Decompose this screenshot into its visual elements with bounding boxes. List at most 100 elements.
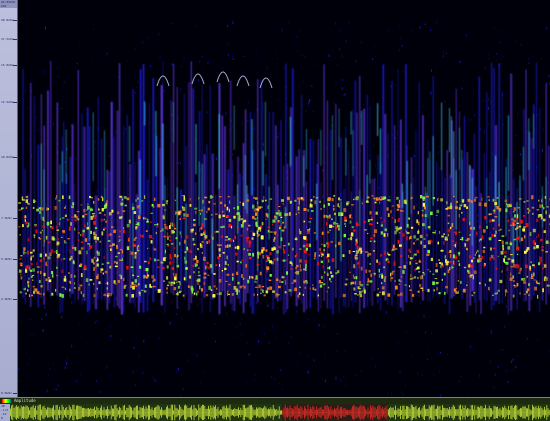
energy-hotspot	[83, 208, 86, 213]
noise-speckle	[431, 350, 433, 352]
waveform-bar	[331, 409, 333, 416]
energy-hotspot	[509, 224, 513, 226]
noise-speckle	[263, 332, 265, 335]
waveform-bar	[496, 407, 497, 418]
noise-speckle	[261, 385, 262, 387]
energy-hotspot	[166, 291, 168, 294]
energy-streak	[342, 188, 345, 307]
energy-streak	[480, 193, 482, 314]
energy-hotspot	[447, 269, 450, 273]
energy-hotspot	[383, 219, 386, 223]
energy-hotspot	[134, 255, 137, 259]
energy-hotspot	[231, 225, 233, 229]
energy-hotspot	[429, 270, 431, 273]
energy-hotspot	[246, 228, 249, 231]
waveform-bar	[516, 405, 518, 420]
waveform-bar	[131, 407, 132, 418]
spectrogram-canvas[interactable]	[18, 0, 550, 397]
noise-speckle	[114, 130, 116, 134]
energy-hotspot	[322, 265, 324, 269]
noise-speckle	[195, 25, 197, 28]
energy-hotspot	[74, 282, 76, 285]
energy-hotspot	[238, 217, 241, 222]
energy-hotspot	[93, 236, 97, 240]
energy-hotspot	[259, 229, 261, 232]
noise-speckle	[233, 335, 235, 338]
energy-hotspot	[226, 273, 230, 276]
waveform-bar	[451, 407, 453, 418]
energy-hotspot	[543, 277, 546, 282]
frequency-ruler[interactable]: 22.05kHz kHz 20.0kHz 17.5kHz 15.0kHz 12.…	[0, 0, 18, 397]
noise-speckle	[517, 354, 519, 357]
energy-hotspot	[512, 222, 515, 227]
energy-hotspot	[112, 243, 115, 246]
waveform-bar	[420, 410, 422, 415]
energy-hotspot	[197, 267, 200, 269]
energy-hotspot	[111, 209, 114, 213]
energy-hotspot	[333, 221, 336, 225]
waveform-bar	[310, 407, 311, 418]
energy-hotspot	[463, 204, 467, 208]
amplitude-waveform[interactable]	[10, 404, 550, 421]
noise-speckle	[360, 149, 362, 152]
energy-hotspot	[267, 256, 270, 260]
noise-speckle	[283, 66, 285, 69]
energy-hotspot	[255, 225, 259, 227]
amplitude-pane[interactable]: dB -inf -12 0	[0, 404, 550, 421]
noise-speckle	[424, 23, 426, 26]
noise-speckle	[530, 326, 532, 329]
noise-speckle	[225, 312, 227, 314]
energy-hotspot	[64, 214, 67, 217]
noise-speckle	[121, 105, 123, 108]
energy-hotspot	[434, 230, 436, 232]
noise-speckle	[496, 53, 498, 55]
energy-hotspot	[294, 271, 298, 274]
energy-hotspot	[173, 281, 176, 285]
energy-hotspot	[526, 288, 530, 291]
noise-speckle	[520, 153, 522, 156]
energy-hotspot	[220, 235, 223, 238]
noise-speckle	[277, 307, 278, 309]
noise-speckle	[499, 57, 501, 59]
energy-hotspot	[314, 257, 316, 260]
noise-speckle	[337, 64, 338, 66]
energy-hotspot	[25, 199, 28, 204]
noise-speckle	[346, 373, 348, 375]
energy-hotspot	[70, 274, 73, 278]
energy-hotspot	[454, 290, 457, 293]
energy-hotspot	[526, 207, 529, 210]
energy-hotspot	[48, 279, 52, 283]
energy-hotspot	[177, 254, 179, 257]
energy-hotspot	[241, 274, 243, 278]
energy-hotspot	[373, 240, 376, 243]
energy-hotspot	[438, 292, 441, 295]
energy-hotspot	[492, 227, 495, 230]
noise-speckle	[33, 333, 35, 336]
energy-hotspot	[473, 270, 477, 274]
energy-hotspot	[513, 280, 515, 283]
noise-speckle	[492, 341, 494, 343]
waveform-bar	[524, 406, 526, 419]
energy-hotspot	[189, 204, 192, 207]
waveform-bar	[341, 407, 342, 418]
energy-hotspot	[233, 207, 236, 210]
energy-hotspot	[56, 225, 58, 229]
energy-hotspot	[333, 195, 336, 197]
energy-hotspot	[545, 251, 548, 253]
waveform-bar	[419, 407, 420, 418]
spectrogram-view[interactable]	[18, 0, 550, 397]
energy-hotspot	[280, 216, 283, 218]
energy-hotspot	[398, 232, 401, 234]
ruler-tick	[13, 20, 17, 21]
energy-hotspot	[193, 292, 196, 295]
energy-hotspot	[119, 274, 122, 277]
energy-hotspot	[186, 246, 188, 251]
energy-hotspot	[483, 256, 485, 259]
energy-hotspot	[306, 238, 308, 241]
energy-streak	[63, 121, 65, 299]
waveform-bar	[77, 405, 78, 420]
energy-hotspot	[98, 208, 100, 211]
energy-hotspot	[161, 262, 164, 264]
energy-hotspot	[80, 273, 83, 278]
energy-hotspot	[462, 288, 466, 293]
